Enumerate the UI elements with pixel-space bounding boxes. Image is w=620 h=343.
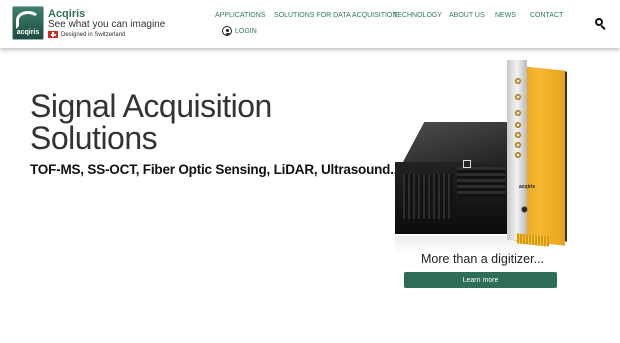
hero-title-line2: Solutions	[30, 120, 158, 156]
logo-text: acqiris	[16, 29, 40, 36]
nav-contact[interactable]: CONTACT	[530, 12, 563, 19]
swiss-flag-icon	[48, 31, 58, 38]
hero-title-line1: Signal Acquisition	[30, 88, 272, 124]
nav-applications[interactable]: APPLICATIONS	[215, 12, 265, 19]
search-icon[interactable]	[595, 18, 606, 31]
card-brand-text: acqiris	[519, 184, 536, 190]
nav-news[interactable]: NEWS	[495, 12, 516, 19]
hero-title: Signal Acquisition Solutions	[30, 90, 272, 154]
hero-subtitle: TOF-MS, SS-OCT, Fiber Optic Sensing, LiD…	[30, 162, 401, 177]
product-caption: More than a digitizer...	[421, 252, 544, 266]
swiss-designed-badge: Designed in Switzerland	[48, 31, 125, 38]
login-label: LOGIN	[235, 27, 257, 35]
site-header: acqiris Acqiris See what you can imagine…	[0, 0, 620, 48]
learn-more-button[interactable]: Learn more	[404, 272, 557, 288]
nav-solutions-for-data-acquisition[interactable]: SOLUTIONS FOR DATA ACQUISITION	[274, 12, 397, 19]
acqiris-logo[interactable]: acqiris	[12, 6, 44, 40]
tagline: See what you can imagine	[48, 19, 166, 30]
swiss-designed-label: Designed in Switzerland	[61, 31, 126, 38]
nav-technology[interactable]: TECHNOLOGY	[393, 12, 442, 19]
user-circle-icon	[222, 26, 232, 36]
login-link[interactable]: LOGIN	[222, 26, 257, 36]
digitizer-card-image: acqiris	[507, 60, 567, 250]
nav-about-us[interactable]: ABOUT US	[449, 12, 485, 19]
